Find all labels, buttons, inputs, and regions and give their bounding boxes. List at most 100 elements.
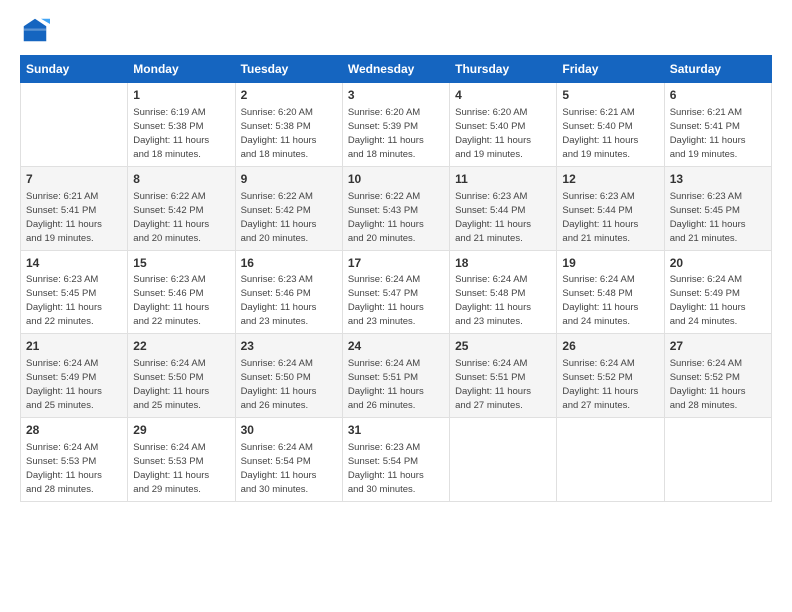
calendar-cell: 4 Sunrise: 6:20 AM Sunset: 5:40 PM Daylig… <box>450 83 557 167</box>
day-info: Sunrise: 6:23 AM Sunset: 5:46 PM Dayligh… <box>133 274 209 327</box>
day-info: Sunrise: 6:20 AM Sunset: 5:40 PM Dayligh… <box>455 107 531 160</box>
calendar-cell: 18 Sunrise: 6:24 AM Sunset: 5:48 PM Dayli… <box>450 250 557 334</box>
day-info: Sunrise: 6:24 AM Sunset: 5:48 PM Dayligh… <box>455 274 531 327</box>
calendar-cell: 17 Sunrise: 6:24 AM Sunset: 5:47 PM Dayli… <box>342 250 449 334</box>
day-number: 28 <box>26 422 122 439</box>
day-number: 12 <box>562 171 658 188</box>
calendar-cell: 8 Sunrise: 6:22 AM Sunset: 5:42 PM Daylig… <box>128 166 235 250</box>
day-number: 4 <box>455 87 551 104</box>
day-number: 23 <box>241 338 337 355</box>
day-info: Sunrise: 6:24 AM Sunset: 5:53 PM Dayligh… <box>26 442 102 495</box>
week-row-4: 21Sunrise: 6:24 AM Sunset: 5:49 PM Dayli… <box>21 334 772 418</box>
day-number: 29 <box>133 422 229 439</box>
calendar-cell: 11 Sunrise: 6:23 AM Sunset: 5:44 PM Dayli… <box>450 166 557 250</box>
day-info: Sunrise: 6:23 AM Sunset: 5:45 PM Dayligh… <box>26 274 102 327</box>
logo-icon <box>20 15 50 45</box>
day-number: 13 <box>670 171 766 188</box>
day-info: Sunrise: 6:20 AM Sunset: 5:39 PM Dayligh… <box>348 107 424 160</box>
day-info: Sunrise: 6:24 AM Sunset: 5:48 PM Dayligh… <box>562 274 638 327</box>
day-info: Sunrise: 6:23 AM Sunset: 5:44 PM Dayligh… <box>562 191 638 244</box>
calendar-cell: 15 Sunrise: 6:23 AM Sunset: 5:46 PM Dayli… <box>128 250 235 334</box>
calendar-cell: 21Sunrise: 6:24 AM Sunset: 5:49 PM Dayli… <box>21 334 128 418</box>
day-number: 17 <box>348 255 444 272</box>
day-number: 16 <box>241 255 337 272</box>
calendar-cell: 14Sunrise: 6:23 AM Sunset: 5:45 PM Dayli… <box>21 250 128 334</box>
calendar-cell: 20 Sunrise: 6:24 AM Sunset: 5:49 PM Dayli… <box>664 250 771 334</box>
calendar-cell: 16 Sunrise: 6:23 AM Sunset: 5:46 PM Dayli… <box>235 250 342 334</box>
day-info: Sunrise: 6:23 AM Sunset: 5:54 PM Dayligh… <box>348 442 424 495</box>
day-number: 5 <box>562 87 658 104</box>
day-info: Sunrise: 6:21 AM Sunset: 5:40 PM Dayligh… <box>562 107 638 160</box>
calendar-cell: 27 Sunrise: 6:24 AM Sunset: 5:52 PM Dayli… <box>664 334 771 418</box>
logo <box>20 15 54 45</box>
week-row-2: 7Sunrise: 6:21 AM Sunset: 5:41 PM Daylig… <box>21 166 772 250</box>
header <box>20 15 772 45</box>
week-row-3: 14Sunrise: 6:23 AM Sunset: 5:45 PM Dayli… <box>21 250 772 334</box>
calendar-cell: 1 Sunrise: 6:19 AM Sunset: 5:38 PM Daylig… <box>128 83 235 167</box>
calendar-cell <box>557 418 664 502</box>
day-number: 18 <box>455 255 551 272</box>
day-info: Sunrise: 6:24 AM Sunset: 5:49 PM Dayligh… <box>26 358 102 411</box>
day-info: Sunrise: 6:23 AM Sunset: 5:45 PM Dayligh… <box>670 191 746 244</box>
calendar-page: SundayMondayTuesdayWednesdayThursdayFrid… <box>0 0 792 612</box>
day-number: 15 <box>133 255 229 272</box>
header-cell-friday: Friday <box>557 56 664 83</box>
day-number: 22 <box>133 338 229 355</box>
header-row: SundayMondayTuesdayWednesdayThursdayFrid… <box>21 56 772 83</box>
day-number: 7 <box>26 171 122 188</box>
header-cell-tuesday: Tuesday <box>235 56 342 83</box>
calendar-cell: 5 Sunrise: 6:21 AM Sunset: 5:40 PM Daylig… <box>557 83 664 167</box>
calendar-cell: 25Sunrise: 6:24 AM Sunset: 5:51 PM Dayli… <box>450 334 557 418</box>
calendar-cell: 24 Sunrise: 6:24 AM Sunset: 5:51 PM Dayli… <box>342 334 449 418</box>
day-info: Sunrise: 6:20 AM Sunset: 5:38 PM Dayligh… <box>241 107 317 160</box>
day-info: Sunrise: 6:23 AM Sunset: 5:46 PM Dayligh… <box>241 274 317 327</box>
calendar-cell: 26Sunrise: 6:24 AM Sunset: 5:52 PM Dayli… <box>557 334 664 418</box>
day-info: Sunrise: 6:24 AM Sunset: 5:49 PM Dayligh… <box>670 274 746 327</box>
calendar-cell: 9Sunrise: 6:22 AM Sunset: 5:42 PM Daylig… <box>235 166 342 250</box>
header-cell-wednesday: Wednesday <box>342 56 449 83</box>
day-number: 8 <box>133 171 229 188</box>
day-info: Sunrise: 6:23 AM Sunset: 5:44 PM Dayligh… <box>455 191 531 244</box>
day-number: 24 <box>348 338 444 355</box>
day-info: Sunrise: 6:22 AM Sunset: 5:42 PM Dayligh… <box>133 191 209 244</box>
day-number: 20 <box>670 255 766 272</box>
header-cell-monday: Monday <box>128 56 235 83</box>
day-info: Sunrise: 6:21 AM Sunset: 5:41 PM Dayligh… <box>670 107 746 160</box>
calendar-cell: 6 Sunrise: 6:21 AM Sunset: 5:41 PM Daylig… <box>664 83 771 167</box>
week-row-1: 1 Sunrise: 6:19 AM Sunset: 5:38 PM Daylig… <box>21 83 772 167</box>
calendar-cell: 7Sunrise: 6:21 AM Sunset: 5:41 PM Daylig… <box>21 166 128 250</box>
day-number: 11 <box>455 171 551 188</box>
day-info: Sunrise: 6:24 AM Sunset: 5:52 PM Dayligh… <box>562 358 638 411</box>
calendar-cell <box>450 418 557 502</box>
day-info: Sunrise: 6:24 AM Sunset: 5:52 PM Dayligh… <box>670 358 746 411</box>
calendar-cell: 3 Sunrise: 6:20 AM Sunset: 5:39 PM Daylig… <box>342 83 449 167</box>
day-number: 30 <box>241 422 337 439</box>
day-number: 1 <box>133 87 229 104</box>
day-info: Sunrise: 6:24 AM Sunset: 5:51 PM Dayligh… <box>348 358 424 411</box>
calendar-cell: 29 Sunrise: 6:24 AM Sunset: 5:53 PM Dayli… <box>128 418 235 502</box>
day-info: Sunrise: 6:24 AM Sunset: 5:51 PM Dayligh… <box>455 358 531 411</box>
week-row-5: 28 Sunrise: 6:24 AM Sunset: 5:53 PM Dayli… <box>21 418 772 502</box>
header-cell-saturday: Saturday <box>664 56 771 83</box>
day-number: 9 <box>241 171 337 188</box>
day-number: 2 <box>241 87 337 104</box>
day-info: Sunrise: 6:24 AM Sunset: 5:50 PM Dayligh… <box>241 358 317 411</box>
calendar-cell: 13 Sunrise: 6:23 AM Sunset: 5:45 PM Dayli… <box>664 166 771 250</box>
calendar-cell <box>21 83 128 167</box>
calendar-cell: 31Sunrise: 6:23 AM Sunset: 5:54 PM Dayli… <box>342 418 449 502</box>
day-info: Sunrise: 6:22 AM Sunset: 5:43 PM Dayligh… <box>348 191 424 244</box>
day-info: Sunrise: 6:24 AM Sunset: 5:47 PM Dayligh… <box>348 274 424 327</box>
day-number: 3 <box>348 87 444 104</box>
day-info: Sunrise: 6:24 AM Sunset: 5:50 PM Dayligh… <box>133 358 209 411</box>
day-number: 19 <box>562 255 658 272</box>
calendar-cell: 22 Sunrise: 6:24 AM Sunset: 5:50 PM Dayli… <box>128 334 235 418</box>
day-number: 27 <box>670 338 766 355</box>
calendar-cell: 28 Sunrise: 6:24 AM Sunset: 5:53 PM Dayli… <box>21 418 128 502</box>
calendar-cell: 30Sunrise: 6:24 AM Sunset: 5:54 PM Dayli… <box>235 418 342 502</box>
calendar-cell: 23 Sunrise: 6:24 AM Sunset: 5:50 PM Dayli… <box>235 334 342 418</box>
day-number: 6 <box>670 87 766 104</box>
day-info: Sunrise: 6:19 AM Sunset: 5:38 PM Dayligh… <box>133 107 209 160</box>
header-cell-sunday: Sunday <box>21 56 128 83</box>
calendar-cell: 12 Sunrise: 6:23 AM Sunset: 5:44 PM Dayli… <box>557 166 664 250</box>
day-info: Sunrise: 6:24 AM Sunset: 5:53 PM Dayligh… <box>133 442 209 495</box>
